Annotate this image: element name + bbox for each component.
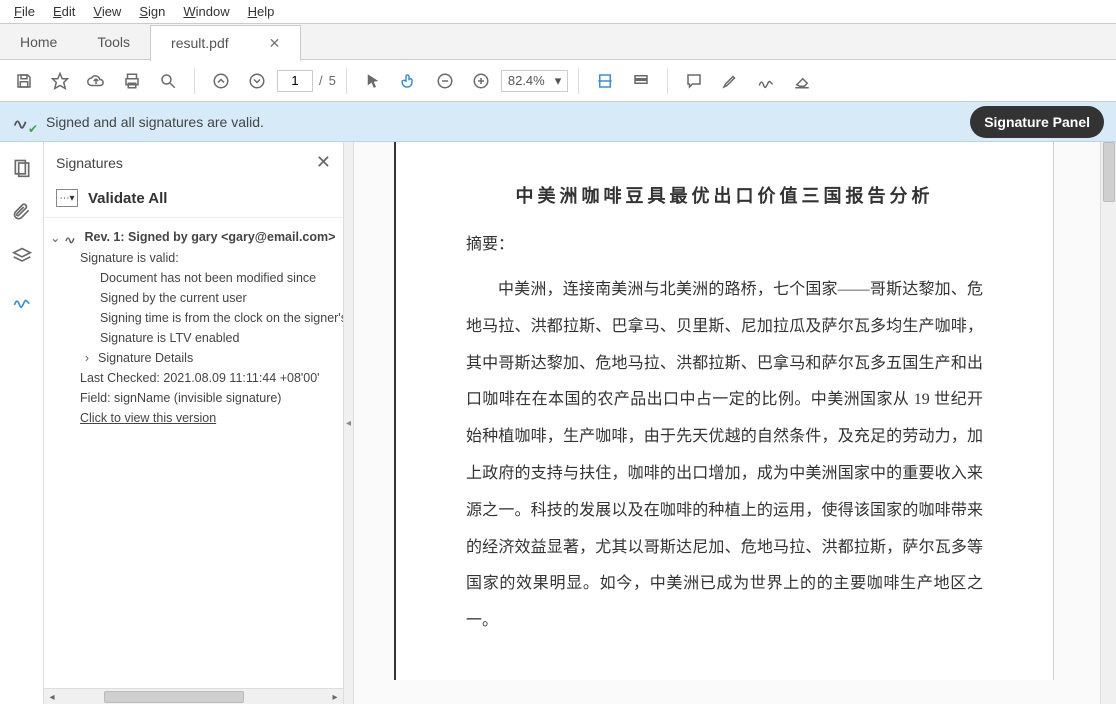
- signature-valid-icon: ✔: [12, 109, 34, 134]
- sig-detail-ltv: Signature is LTV enabled: [50, 328, 335, 348]
- panel-collapse-handle[interactable]: ◂: [344, 142, 354, 704]
- menu-help[interactable]: Help: [240, 2, 283, 21]
- tab-home[interactable]: Home: [0, 25, 77, 59]
- signature-valid-icon: [64, 229, 80, 245]
- page-indicator: / 5: [277, 70, 336, 92]
- search-icon[interactable]: [152, 65, 184, 97]
- sig-detail-signing-time: Signing time is from the clock on the si…: [50, 308, 335, 328]
- doc-title: 中美洲咖啡豆具最优出口价值三国报告分析: [466, 182, 983, 208]
- doc-abstract-label: 摘要：: [466, 230, 983, 254]
- signature-rev-label: Rev. 1: Signed by gary <gary@email.com>: [84, 230, 335, 244]
- pdf-page: 中美洲咖啡豆具最优出口价值三国报告分析 摘要： 中美洲，连接南美洲与北美洲的路桥…: [394, 142, 1054, 680]
- save-icon[interactable]: [8, 65, 40, 97]
- zoom-value: 82.4%: [508, 73, 545, 88]
- signatures-tab-icon[interactable]: [4, 282, 40, 318]
- signature-rev-row[interactable]: ⌄ Rev. 1: Signed by gary <gary@email.com…: [50, 226, 335, 248]
- tab-tools[interactable]: Tools: [77, 25, 150, 59]
- page-view-icon[interactable]: [625, 65, 657, 97]
- zoom-in-icon[interactable]: [465, 65, 497, 97]
- star-icon[interactable]: [44, 65, 76, 97]
- chevron-right-icon[interactable]: ›: [80, 351, 94, 365]
- highlight-icon[interactable]: [714, 65, 746, 97]
- vertical-scrollbar[interactable]: [1100, 142, 1116, 704]
- scroll-right-icon[interactable]: ▸: [327, 689, 343, 704]
- click-view-version-link[interactable]: Click to view this version: [50, 408, 335, 428]
- panel-horizontal-scrollbar[interactable]: ◂ ▸: [44, 688, 343, 704]
- hand-icon[interactable]: [393, 65, 425, 97]
- vscroll-thumb[interactable]: [1103, 142, 1115, 202]
- tab-bar: Home Tools result.pdf ✕: [0, 24, 1116, 60]
- panel-close-icon[interactable]: ✕: [316, 152, 331, 173]
- erase-icon[interactable]: [786, 65, 818, 97]
- signature-info-bar: ✔ Signed and all signatures are valid. S…: [0, 102, 1116, 142]
- side-tab-strip: [0, 142, 44, 704]
- toolbar: / 5 82.4% ▾: [0, 60, 1116, 102]
- print-icon[interactable]: [116, 65, 148, 97]
- cloud-upload-icon[interactable]: [80, 65, 112, 97]
- scroll-thumb[interactable]: [104, 691, 244, 703]
- menu-file[interactable]: File: [6, 2, 43, 21]
- panel-options-icon[interactable]: ⋯▾: [56, 189, 78, 207]
- tab-document[interactable]: result.pdf ✕: [150, 25, 301, 61]
- page-total: 5: [329, 73, 336, 88]
- sig-last-checked: Last Checked: 2021.08.09 11:11:44 +08'00…: [50, 368, 335, 388]
- scroll-left-icon[interactable]: ◂: [44, 689, 60, 704]
- page-sep: /: [319, 73, 323, 88]
- signature-message: Signed and all signatures are valid.: [46, 114, 264, 130]
- thumbnails-tab-icon[interactable]: [4, 150, 40, 186]
- sign-icon[interactable]: [750, 65, 782, 97]
- page-up-icon[interactable]: [205, 65, 237, 97]
- menu-bar: File Edit View Sign Window Help: [0, 0, 1116, 24]
- signatures-panel: Signatures ✕ ⋯▾ Validate All ⌄ Rev. 1: S…: [44, 142, 344, 704]
- signature-tree: ⌄ Rev. 1: Signed by gary <gary@email.com…: [44, 218, 343, 436]
- signature-panel-button[interactable]: Signature Panel: [970, 106, 1104, 138]
- fit-width-icon[interactable]: [589, 65, 621, 97]
- attachments-tab-icon[interactable]: [4, 194, 40, 230]
- page-down-icon[interactable]: [241, 65, 273, 97]
- sig-field: Field: signName (invisible signature): [50, 388, 335, 408]
- select-arrow-icon[interactable]: [357, 65, 389, 97]
- layers-tab-icon[interactable]: [4, 238, 40, 274]
- zoom-select[interactable]: 82.4% ▾: [501, 70, 568, 92]
- sig-detail-not-modified: Document has not been modified since: [50, 268, 335, 288]
- sig-detail-current-user: Signed by the current user: [50, 288, 335, 308]
- signature-valid-label: Signature is valid:: [50, 248, 335, 268]
- signature-details-row[interactable]: › Signature Details: [50, 348, 335, 368]
- menu-edit[interactable]: Edit: [45, 2, 83, 21]
- document-view[interactable]: 中美洲咖啡豆具最优出口价值三国报告分析 摘要： 中美洲，连接南美洲与北美洲的路桥…: [354, 142, 1116, 704]
- close-tab-icon[interactable]: ✕: [269, 35, 281, 52]
- zoom-out-icon[interactable]: [429, 65, 461, 97]
- menu-window[interactable]: Window: [175, 2, 237, 21]
- chevron-down-icon[interactable]: ⌄: [50, 230, 60, 245]
- validate-all-button[interactable]: Validate All: [88, 190, 167, 207]
- doc-body: 中美洲，连接南美洲与北美洲的路桥，七个国家——哥斯达黎加、危地马拉、洪都拉斯、巴…: [466, 272, 983, 640]
- page-input[interactable]: [277, 70, 313, 92]
- menu-sign[interactable]: Sign: [131, 2, 173, 21]
- chevron-down-icon: ▾: [555, 73, 562, 89]
- comment-icon[interactable]: [678, 65, 710, 97]
- tab-document-label: result.pdf: [171, 35, 229, 51]
- menu-view[interactable]: View: [85, 2, 129, 21]
- panel-title: Signatures: [56, 155, 123, 171]
